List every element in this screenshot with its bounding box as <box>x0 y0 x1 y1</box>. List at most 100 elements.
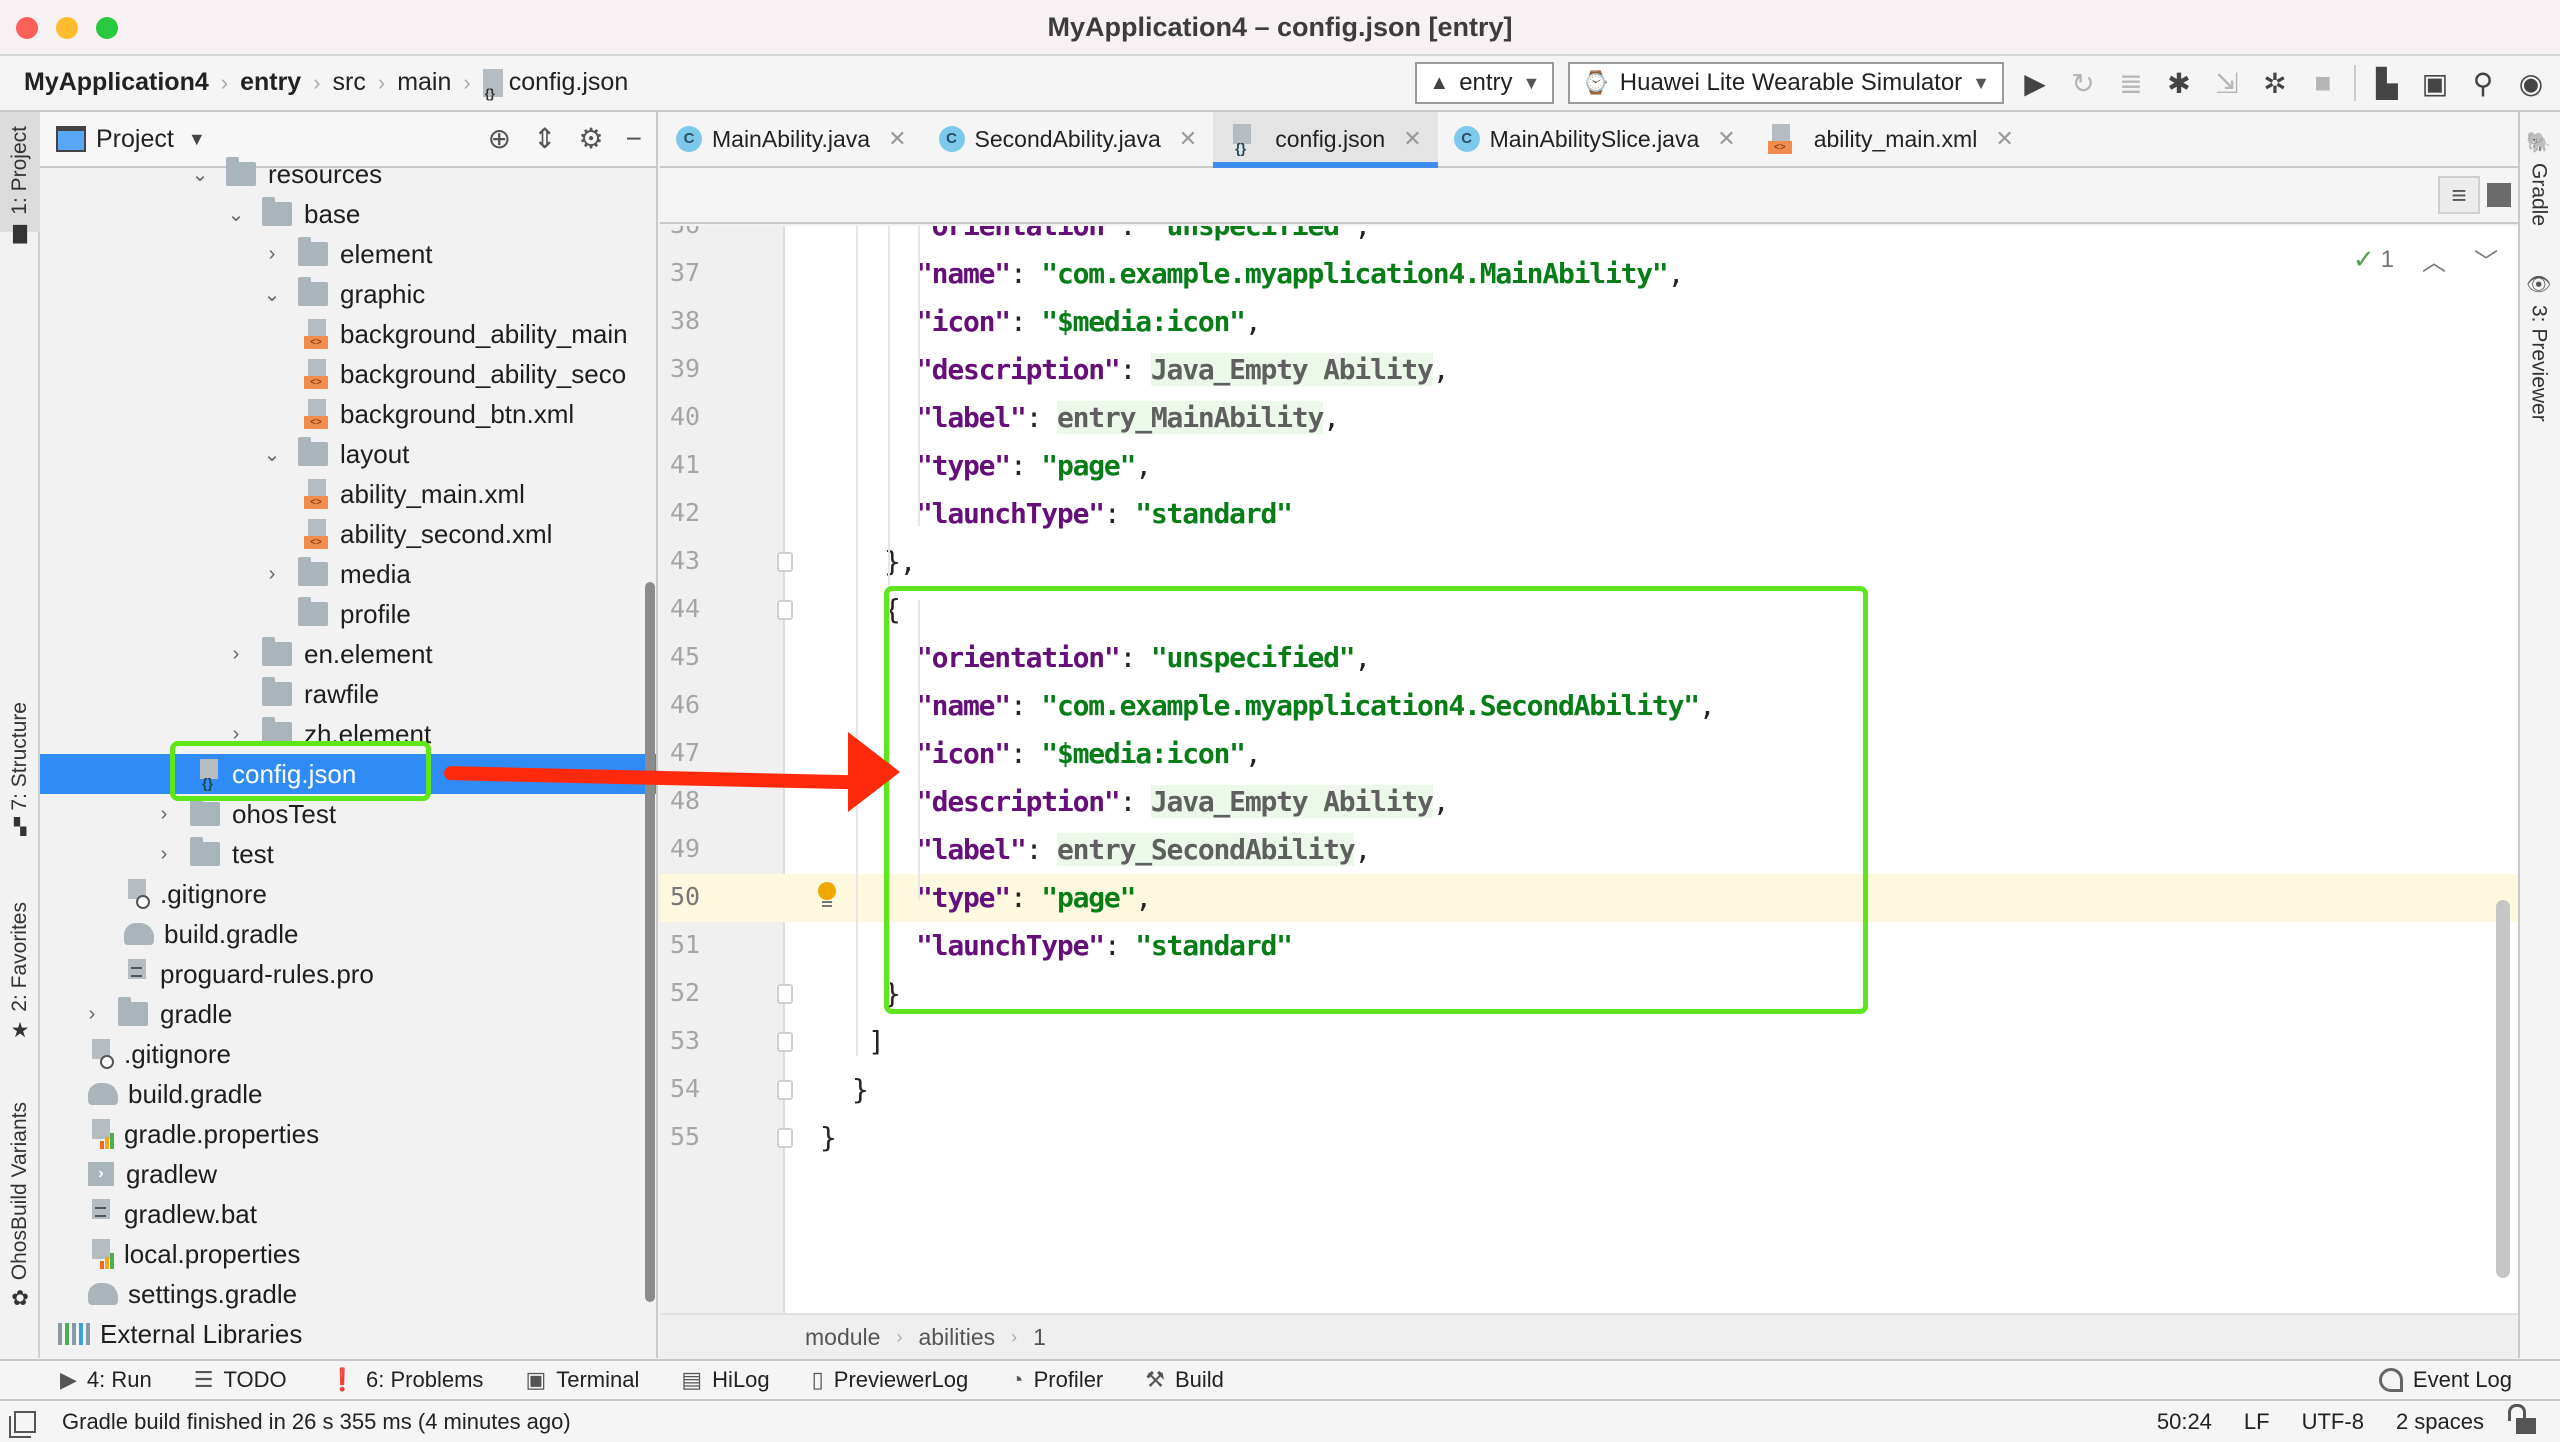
device-manager-icon[interactable]: ▣ <box>2418 66 2452 100</box>
editor-breadcrumb-item[interactable]: 1 <box>1033 1324 1046 1351</box>
stripe-tab-favorites[interactable]: 2: Favorites ★ <box>0 902 40 1062</box>
tool-window-profiler[interactable]: ◔ Profiler <box>1010 1367 1103 1393</box>
caret-position[interactable]: 50:24 <box>2157 1409 2212 1435</box>
tree-item[interactable]: › gradlew <box>40 1154 656 1194</box>
search-icon[interactable]: ⚲ <box>2466 66 2500 100</box>
breadcrumb-item[interactable]: config.json <box>482 68 628 101</box>
close-tab-icon[interactable]: ✕ <box>1179 126 1197 152</box>
apply-code-changes-icon[interactable]: ≣ <box>2114 66 2148 100</box>
editor-tab[interactable]: C SecondAbility.java ✕ <box>923 112 1214 166</box>
close-tab-icon[interactable]: ✕ <box>1717 126 1735 152</box>
chevron-right-icon[interactable]: › <box>262 243 282 266</box>
text-mode-button[interactable]: ≡ <box>2438 176 2480 214</box>
tree-item[interactable]: gradlew.bat <box>40 1194 656 1234</box>
tool-window-hilog[interactable]: ▤ HiLog <box>681 1367 769 1393</box>
close-tab-icon[interactable]: ✕ <box>1995 126 2013 152</box>
editor-scrollbar[interactable] <box>2496 900 2510 1278</box>
tree-item[interactable]: ⌄ base <box>40 194 656 234</box>
indent-setting[interactable]: 2 spaces <box>2396 1409 2484 1435</box>
stripe-tab-previewer[interactable]: 👁 3: Previewer <box>2526 272 2551 422</box>
device-selector[interactable]: ⌚ Huawei Lite Wearable Simulator ▼ <box>1568 62 2004 104</box>
editor-tab[interactable]: <> ability_main.xml ✕ <box>1752 112 2030 166</box>
unlock-icon[interactable] <box>2508 1404 2536 1434</box>
stripe-tab-project[interactable]: 1: Project ▇ <box>0 112 40 243</box>
preview-mode-button[interactable] <box>2478 176 2520 214</box>
tree-item[interactable]: .gitignore <box>40 874 656 914</box>
chevron-right-icon[interactable]: › <box>154 803 174 826</box>
project-structure-icon[interactable]: ▙ <box>2370 66 2404 100</box>
fold-marker-icon[interactable] <box>777 552 793 572</box>
chevron-down-icon[interactable]: ⌄ <box>262 442 282 467</box>
hide-panel-icon[interactable]: − <box>626 123 642 155</box>
tool-window-previewerlog[interactable]: ▯ PreviewerLog <box>812 1367 969 1393</box>
lightbulb-icon[interactable] <box>818 882 836 908</box>
chevron-up-icon[interactable]: ︿ <box>2422 242 2446 277</box>
fold-marker-icon[interactable] <box>777 1032 793 1052</box>
tool-window-4-run[interactable]: ▶ 4: Run <box>60 1367 152 1393</box>
tree-item[interactable]: settings.gradle <box>40 1274 656 1314</box>
tree-item[interactable]: build.gradle <box>40 1074 656 1114</box>
stripe-tab-structure[interactable]: 7: Structure ▚ <box>0 702 40 842</box>
tool-window-build[interactable]: ⚒ Build <box>1145 1367 1224 1393</box>
editor-breadcrumb-item[interactable]: module <box>805 1324 880 1351</box>
tool-window-todo[interactable]: ☰ TODO <box>194 1367 287 1393</box>
chevron-right-icon[interactable]: › <box>82 1003 102 1026</box>
run-icon[interactable]: ▶ <box>2018 66 2052 100</box>
fold-marker-icon[interactable] <box>777 600 793 620</box>
tree-item[interactable]: ⌄ layout <box>40 434 656 474</box>
close-tab-icon[interactable]: ✕ <box>1403 126 1421 152</box>
tree-item[interactable]: build.gradle <box>40 914 656 954</box>
status-message[interactable]: Gradle build finished in 26 s 355 ms (4 … <box>62 1409 571 1435</box>
toggle-tool-windows-icon[interactable] <box>14 1410 36 1433</box>
tree-item[interactable]: ⌄ graphic <box>40 274 656 314</box>
editor-tab[interactable]: C MainAbility.java ✕ <box>660 112 923 166</box>
tree-item[interactable]: gradle.properties <box>40 1114 656 1154</box>
collapse-all-icon[interactable]: ⇕ <box>533 122 556 155</box>
chevron-down-icon[interactable]: ﹀ <box>2474 242 2498 277</box>
inspection-widget[interactable]: ✓ 1 ︿ ﹀ <box>2353 242 2498 277</box>
tree-item[interactable]: local.properties <box>40 1234 656 1274</box>
chevron-down-icon[interactable]: ⌄ <box>190 162 210 187</box>
tool-window-terminal[interactable]: ▣ Terminal <box>525 1367 639 1393</box>
debug-icon[interactable]: ✱ <box>2162 66 2196 100</box>
chevron-right-icon[interactable]: › <box>226 643 246 666</box>
module-selector[interactable]: ▲ entry ▼ <box>1415 62 1555 104</box>
line-ending[interactable]: LF <box>2244 1409 2270 1435</box>
tree-item[interactable]: <> background_ability_seco <box>40 354 656 394</box>
fold-marker-icon[interactable] <box>777 984 793 1004</box>
tree-item[interactable]: › media <box>40 554 656 594</box>
file-encoding[interactable]: UTF-8 <box>2302 1409 2364 1435</box>
tool-window-6-problems[interactable]: ❗ 6: Problems <box>329 1367 484 1393</box>
breadcrumb-item[interactable]: MyApplication4 <box>24 68 209 97</box>
locate-file-icon[interactable]: ⊕ <box>488 122 511 155</box>
editor-tab[interactable]: C MainAbilitySlice.java ✕ <box>1438 112 1752 166</box>
tree-item[interactable]: External Libraries <box>40 1314 656 1354</box>
tree-item[interactable]: <> ability_main.xml <box>40 474 656 514</box>
tree-item[interactable]: › en.element <box>40 634 656 674</box>
chevron-down-icon[interactable]: ⌄ <box>226 202 246 227</box>
project-scrollbar[interactable] <box>645 582 655 1302</box>
breadcrumb-item[interactable]: main <box>397 68 451 97</box>
tree-item[interactable]: <> ability_second.xml <box>40 514 656 554</box>
stripe-tab-build-variants[interactable]: OhosBuild Variants ✿ <box>0 1102 40 1342</box>
fold-marker-icon[interactable] <box>777 1128 793 1148</box>
tree-item[interactable]: proguard-rules.pro <box>40 954 656 994</box>
stripe-tab-gradle[interactable]: 🐘 Gradle <box>2526 130 2551 226</box>
editor-tab[interactable]: {} config.json ✕ <box>1213 112 1439 168</box>
fold-marker-icon[interactable] <box>777 1080 793 1100</box>
chevron-right-icon[interactable]: › <box>262 563 282 586</box>
attach-debugger-icon[interactable]: ⇲ <box>2210 66 2244 100</box>
close-tab-icon[interactable]: ✕ <box>888 126 906 152</box>
tree-item[interactable]: profile <box>40 594 656 634</box>
chevron-right-icon[interactable]: › <box>154 843 174 866</box>
tree-item[interactable]: <> background_btn.xml <box>40 394 656 434</box>
tree-item[interactable]: rawfile <box>40 674 656 714</box>
stop-icon[interactable]: ■ <box>2306 66 2340 100</box>
chevron-down-icon[interactable]: ▼ <box>188 129 206 150</box>
project-view-selector[interactable]: Project <box>96 125 174 154</box>
breadcrumb-item[interactable]: src <box>333 68 366 97</box>
tree-item[interactable]: <> background_ability_main <box>40 314 656 354</box>
tree-item[interactable]: › element <box>40 234 656 274</box>
tree-item[interactable]: › gradle <box>40 994 656 1034</box>
gear-icon[interactable]: ⚙ <box>579 122 604 155</box>
